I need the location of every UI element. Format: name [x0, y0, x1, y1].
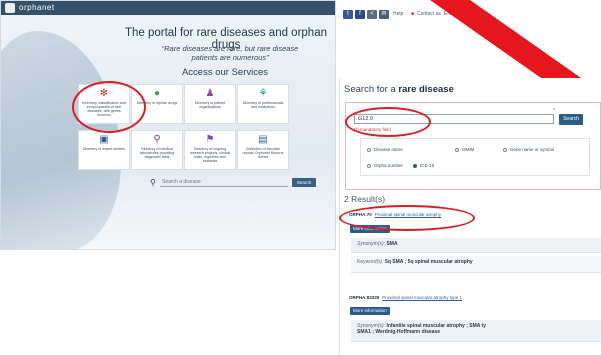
result-heading: ORPHA:83330 Proximal spinal muscular atro… — [349, 295, 462, 300]
option-icd10[interactable]: ICD-10 — [413, 163, 434, 168]
service-tile-label: Directory of professionals and instituti… — [242, 101, 284, 109]
radio-selected-icon[interactable] — [413, 163, 417, 168]
option-label: Disease name — [374, 147, 403, 152]
synonyms-row: Synonym(s): Infantile spinal muscular at… — [351, 320, 601, 342]
annotation-ellipse-query — [345, 107, 431, 137]
title-bold: rare disease — [398, 84, 454, 95]
synonyms-label: Synonym(s): — [357, 241, 386, 247]
service-tile-label: Directory of medical laboratories provid… — [139, 147, 175, 159]
service-tile-label: Directory of patient organisations — [194, 101, 226, 109]
search-icon: ⚲ — [150, 178, 156, 187]
book-icon: ▤ — [258, 134, 268, 145]
email-icon[interactable]: ✉ — [379, 10, 389, 19]
service-tile[interactable]: ⚲ Directory of medical laboratories provi… — [131, 130, 183, 170]
option-label: Orpha number — [374, 163, 404, 168]
required-marker: * — [553, 108, 555, 114]
search-button[interactable]: Search — [559, 114, 583, 125]
service-tile[interactable]: ⚑ Directory of ongoing research projects,… — [184, 130, 236, 170]
logo-text[interactable]: orphanet — [19, 3, 55, 12]
search-type-options: Disease name OMIM Gene name or symbol Or… — [360, 138, 590, 176]
services-heading: Access our Services — [181, 67, 269, 78]
pills-icon: ● — [153, 88, 161, 99]
option-orpha-number[interactable]: Orpha number — [367, 163, 403, 168]
people-icon: ♟ — [205, 88, 215, 99]
tagline-line-1: “Rare diseases are rare, but rare diseas… — [161, 44, 299, 53]
top-bar: orphanet — [1, 1, 335, 15]
keywords-label: Keyword(s): — [357, 259, 384, 265]
tagline-line-2: patients are numerous” — [191, 53, 269, 62]
radio-icon[interactable] — [367, 163, 371, 168]
results-count: 2 Result(s) — [344, 194, 386, 204]
option-label: OMIM — [462, 147, 475, 152]
option-disease-name[interactable]: Disease name — [367, 147, 403, 152]
synonyms-value-2: SMA1 ; Werdnig-Hoffmann disease — [357, 329, 440, 335]
radio-icon[interactable] — [367, 147, 371, 152]
contact-icon: ■ — [411, 11, 415, 17]
synonyms-row: Synonym(s): SMA — [351, 238, 601, 253]
tagline: “Rare diseases are rare, but rare diseas… — [140, 44, 320, 62]
building-icon: ▣ — [99, 134, 109, 145]
disease-link[interactable]: Proximal spinal muscular atrophy type 1 — [382, 295, 462, 300]
service-tile[interactable]: ▤ Collection of thematic reports Orphanet… — [237, 130, 289, 170]
twitter-icon[interactable]: t — [343, 10, 353, 19]
service-tile-label: Directory of expert centres — [82, 147, 126, 151]
option-gene[interactable]: Gene name or symbol — [503, 147, 554, 152]
search-panel-title: Search for a rare disease — [344, 84, 454, 95]
more-information-button[interactable]: More information — [350, 307, 390, 315]
logo-icon — [5, 3, 15, 13]
home-search-button[interactable]: Search — [292, 178, 316, 187]
keywords-value: 5q SMA ; 5q spinal muscular atrophy — [385, 259, 473, 265]
radio-icon[interactable] — [455, 147, 459, 152]
synonyms-value: SMA — [386, 241, 398, 247]
title-prefix: Search for a — [344, 84, 399, 95]
option-label: ICD-10 — [420, 163, 435, 168]
facebook-icon[interactable]: f — [355, 10, 365, 19]
option-omim[interactable]: OMIM — [455, 147, 474, 152]
annotation-ellipse-tile — [72, 81, 146, 133]
microscope-icon: ⚑ — [205, 134, 215, 145]
radio-icon[interactable] — [503, 147, 507, 152]
service-tile[interactable]: ⚘ Directory of professionals and institut… — [237, 84, 289, 124]
doctor-icon: ⚘ — [258, 88, 268, 99]
language-select[interactable]: EN — [444, 11, 451, 17]
keywords-row: Keyword(s): 5q SMA ; 5q spinal muscular … — [351, 256, 601, 273]
orpha-id: ORPHA:83330 — [349, 295, 380, 300]
service-tile-label: Collection of thematic reports Orphanet … — [242, 147, 284, 159]
test-tube-icon: ⚲ — [153, 134, 161, 145]
help-link[interactable]: Help — [393, 11, 403, 17]
share-icon[interactable]: < — [367, 10, 377, 19]
contact-link[interactable]: Contact us — [417, 11, 441, 17]
annotation-ellipse-result — [339, 205, 475, 231]
disease-search-input[interactable] — [160, 178, 288, 187]
service-tile[interactable]: ♟ Directory of patient organisations — [184, 84, 236, 124]
service-tile[interactable]: ▣ Directory of expert centres — [78, 130, 130, 170]
service-tile-label: Directory of ongoing research projects, … — [189, 147, 231, 163]
option-label: Gene name or symbol — [510, 147, 555, 152]
